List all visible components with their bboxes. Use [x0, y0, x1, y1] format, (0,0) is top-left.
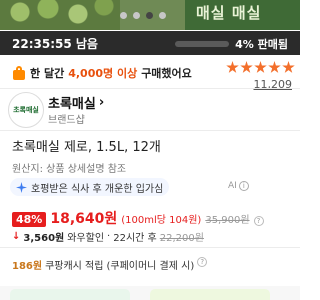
deal-timer-bar: 22:35:55 남음 4% 판매됨 [0, 31, 300, 55]
sparkle-icon [16, 181, 27, 193]
divider [0, 247, 300, 248]
countdown-text: 22:35:55 남음 [12, 37, 98, 51]
carousel-dot-active[interactable] [146, 12, 153, 19]
star-icon [268, 61, 281, 73]
rating-stars[interactable] [226, 61, 295, 74]
sold-progress-bar [175, 41, 230, 47]
brand-logo[interactable]: 초록매실 [8, 92, 44, 128]
bottom-option-chip[interactable] [10, 289, 130, 300]
separator: · [107, 231, 111, 242]
price-row: 48% 18,640원 (100ml당 104원) 35,900원 ? [12, 208, 264, 228]
brand-name: 초록매실 [48, 97, 96, 112]
brand-name-link[interactable]: 초록매실 › [48, 93, 104, 112]
purchase-prefix: 한 달간 [30, 67, 65, 80]
ai-label[interactable]: AI i [228, 181, 249, 191]
cash-reward-row: 186원 쿠팡캐시 적립 (쿠페이머니 결제 시) ? [12, 257, 208, 272]
ai-tag-text: AI [228, 181, 237, 191]
brand-logo-text: 초록매실 [13, 106, 39, 114]
product-image-carousel[interactable]: 매실 매실 [0, 0, 300, 30]
wow-discount-row: ↓ 3,560원 와우할인 · 22시간 후 22,200원 [12, 229, 204, 244]
product-title: 초록매실 제로, 1.5L, 12개 [12, 140, 161, 155]
product-image-green-plums [0, 0, 120, 30]
star-icon [282, 61, 295, 73]
ai-summary-text: 호평받은 식사 후 개운한 입가심 [31, 183, 164, 195]
sale-price: 18,640원 [50, 211, 118, 227]
info-icon: i [238, 181, 249, 191]
wow-discount-period: 22시간 후 [113, 233, 157, 244]
chevron-right-icon: › [98, 95, 105, 110]
divider [0, 130, 300, 131]
cash-label: 쿠팡캐시 적립 [45, 261, 104, 272]
arrow-down-icon: ↓ [12, 231, 21, 242]
unit-price: (100ml당 104원) [121, 215, 202, 226]
cash-note: (쿠페이머니 결제 시) [106, 261, 195, 272]
shopping-bag-icon [12, 66, 26, 80]
wow-discount-amount: 3,560원 [23, 233, 65, 244]
wow-discount-label: 와우할인 [67, 233, 105, 244]
original-price: 35,900원 [205, 215, 250, 226]
carousel-dot[interactable] [120, 12, 127, 19]
package-text: 매실 매실 [196, 4, 262, 22]
product-origin: 원산지: 상품 상세설명 참조 [12, 164, 127, 175]
help-icon[interactable]: ? [197, 257, 208, 267]
brand-shop-label: 브랜드샵 [48, 115, 85, 126]
star-icon [254, 61, 267, 73]
cash-amount: 186원 [12, 261, 43, 272]
divider [0, 88, 300, 89]
purchase-count: 4,000명 이상 [68, 67, 138, 80]
ai-review-summary[interactable]: 호평받은 식사 후 개운한 입가심 [10, 178, 170, 196]
carousel-dots [120, 12, 166, 19]
wow-original-price: 22,200원 [159, 233, 204, 244]
carousel-dot[interactable] [159, 12, 166, 19]
purchase-count-row: 한 달간 4,000명 이상 구매했어요 [12, 65, 192, 81]
help-icon[interactable]: ? [253, 216, 264, 226]
purchase-suffix: 구매했어요 [141, 67, 192, 80]
discount-badge: 48% [12, 212, 47, 227]
review-count-link[interactable]: 11,209 [254, 78, 293, 91]
sold-label: 4% 판매됨 [235, 38, 288, 51]
bottom-option-chip[interactable] [150, 289, 270, 300]
star-icon [240, 61, 253, 73]
carousel-dot[interactable] [133, 12, 140, 19]
sold-status: 4% 판매됨 [175, 36, 288, 52]
star-icon [226, 61, 239, 73]
